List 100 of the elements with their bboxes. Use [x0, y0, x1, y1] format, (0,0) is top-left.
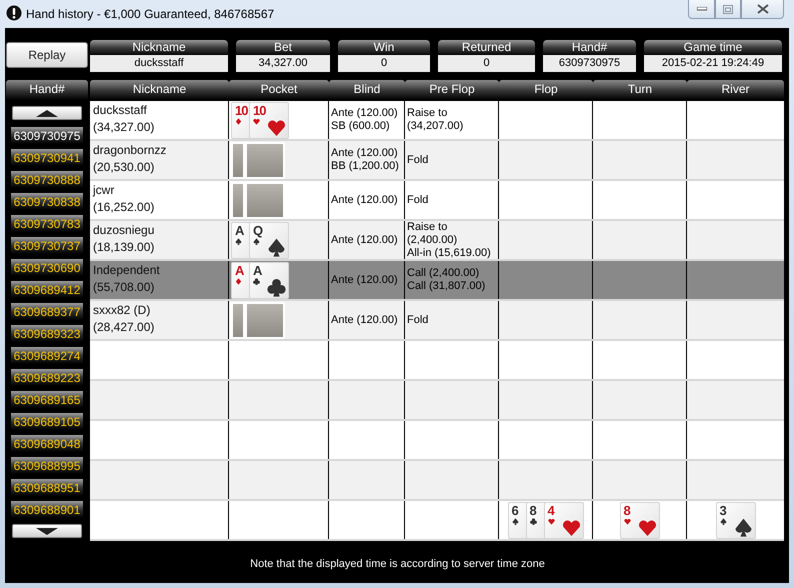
club-icon — [253, 278, 260, 285]
hand-list-item[interactable]: 6309689048 — [11, 435, 83, 452]
table-row[interactable]: ducksstaff (34,327.00) 10 10 Ante (120.00) SB (600.00) Raise to (34,207.00) — [90, 101, 784, 141]
table-row[interactable]: sxxx82 (D) (28,427.00) Ante (120.00) Fold — [90, 301, 784, 341]
card-rank: 10 — [253, 104, 266, 117]
field-label: Win — [338, 40, 430, 54]
nickname-text: Independent — [93, 262, 160, 279]
field-label: Returned — [438, 40, 535, 54]
card-rank: 8 — [530, 504, 536, 517]
heart-icon — [253, 118, 260, 125]
spade-icon — [267, 238, 286, 257]
hand-list-item[interactable]: 6309730838 — [11, 193, 83, 210]
card-rank: A — [253, 264, 262, 277]
stack-text: (55,708.00) — [93, 279, 154, 296]
minimize-button[interactable] — [688, 0, 715, 19]
action-text: Call (2,400.00) Call (31,807.00) — [407, 267, 486, 293]
blind-text: Ante (120.00) SB (600.00) — [331, 107, 398, 133]
hand-list-item[interactable]: 6309689105 — [11, 413, 83, 430]
card-rank: Q — [253, 224, 262, 237]
field-value: 6309730975 — [543, 55, 636, 72]
table-row[interactable] — [90, 421, 784, 461]
nickname-text: duzosniegu — [93, 222, 154, 239]
footer-note: Note that the displayed time is according to server time zone — [250, 558, 545, 570]
diamond-icon — [235, 118, 242, 125]
field-value: ducksstaff — [90, 55, 228, 72]
hand-list-item[interactable]: 6309688951 — [11, 479, 83, 496]
card-rank: 8 — [624, 504, 630, 517]
field-label: Nickname — [90, 40, 228, 54]
hand-list-item[interactable]: 6309730941 — [11, 149, 83, 166]
hand-list-item[interactable]: 6309730737 — [11, 237, 83, 254]
hand-list-item[interactable]: 6309689377 — [11, 303, 83, 320]
heart-icon — [624, 518, 630, 525]
field-label: Hand# — [543, 40, 636, 54]
card-back — [245, 182, 285, 219]
action-text: Fold — [407, 194, 428, 206]
replay-button[interactable]: Replay — [6, 42, 88, 68]
diamond-icon — [235, 278, 242, 285]
heart-icon — [548, 518, 554, 525]
stack-text: (16,252.00) — [93, 199, 154, 216]
hand-list-item[interactable]: 6309689323 — [11, 325, 83, 342]
column-header: Blind — [329, 80, 405, 100]
warning-icon — [6, 5, 22, 21]
stack-text: (34,327.00) — [93, 119, 154, 136]
heart-icon — [562, 518, 580, 537]
field-label: Game time — [644, 40, 782, 54]
hand-list-item[interactable]: 6309688995 — [11, 457, 83, 474]
blind-text: Ante (120.00) — [331, 234, 398, 246]
hand-list-item[interactable]: 6309689274 — [11, 347, 83, 364]
card-rank: A — [235, 264, 244, 277]
field-value: 2015-02-21 19:24:49 — [644, 55, 782, 72]
table-row[interactable]: 6 8 4 8 3 — [90, 501, 784, 541]
column-header: Turn — [593, 80, 687, 100]
action-text: Raise to (2,400.00) All-in (15,619.00) — [407, 221, 491, 259]
table-row[interactable] — [90, 341, 784, 381]
hand-list-item[interactable]: 6309730783 — [11, 215, 83, 232]
hand-list-item[interactable]: 6309730975 — [11, 127, 83, 144]
heart-icon — [638, 518, 656, 537]
nickname-text: sxxx82 (D) — [93, 302, 150, 319]
nickname-text: jcwr — [93, 182, 114, 199]
card-back — [245, 302, 285, 339]
spade-icon — [235, 238, 242, 245]
card-rank: 6 — [512, 504, 518, 517]
column-header: Hand# — [6, 80, 88, 100]
table-row[interactable]: duzosniegu (18,139.00) A Q Ante (120.00) Raise to (2,400.00) All-in (15,619.00) — [90, 221, 784, 261]
field-label: Bet — [236, 40, 330, 54]
card-rank: 10 — [235, 104, 248, 117]
hand-list-item[interactable]: 6309689223 — [11, 369, 83, 386]
blind-text: Ante (120.00) BB (1,200.00) — [331, 147, 399, 173]
down-arrow-icon — [36, 528, 58, 534]
blind-text: Ante (120.00) — [331, 274, 398, 286]
hand-list-item[interactable]: 6309689165 — [11, 391, 83, 408]
minimize-icon — [696, 7, 706, 11]
stack-text: (20,530.00) — [93, 159, 154, 176]
up-arrow-icon — [36, 110, 58, 116]
column-header: Pocket — [229, 80, 329, 100]
field-value: 0 — [438, 55, 535, 72]
hand-list-item[interactable]: 6309730690 — [11, 259, 83, 276]
hand-list-item[interactable]: 6309689412 — [11, 281, 83, 298]
table-row[interactable]: jcwr (16,252.00) Ante (120.00) Fold — [90, 181, 784, 221]
spade-icon — [512, 518, 518, 525]
spade-icon — [720, 518, 726, 525]
close-button[interactable] — [741, 0, 784, 19]
nickname-text: ducksstaff — [93, 102, 147, 119]
column-header: Nickname — [90, 80, 229, 100]
blind-text: Ante (120.00) — [331, 314, 398, 326]
spade-icon — [734, 518, 752, 537]
card-rank: 3 — [720, 504, 726, 517]
hand-list-item[interactable]: 6309730888 — [11, 171, 83, 188]
column-header: River — [687, 80, 784, 100]
card-rank: 4 — [548, 504, 554, 517]
card-rank: A — [235, 224, 244, 237]
club-icon — [530, 518, 536, 525]
action-text: Raise to (34,207.00) — [407, 107, 464, 133]
scroll-down-button[interactable] — [12, 524, 82, 538]
heart-icon — [267, 118, 286, 137]
hand-list-item[interactable]: 6309688901 — [11, 501, 83, 518]
nickname-text: dragonbornzz — [93, 142, 166, 159]
spade-icon — [253, 238, 260, 245]
blind-text: Ante (120.00) — [331, 194, 398, 206]
scroll-up-button[interactable] — [12, 106, 82, 120]
